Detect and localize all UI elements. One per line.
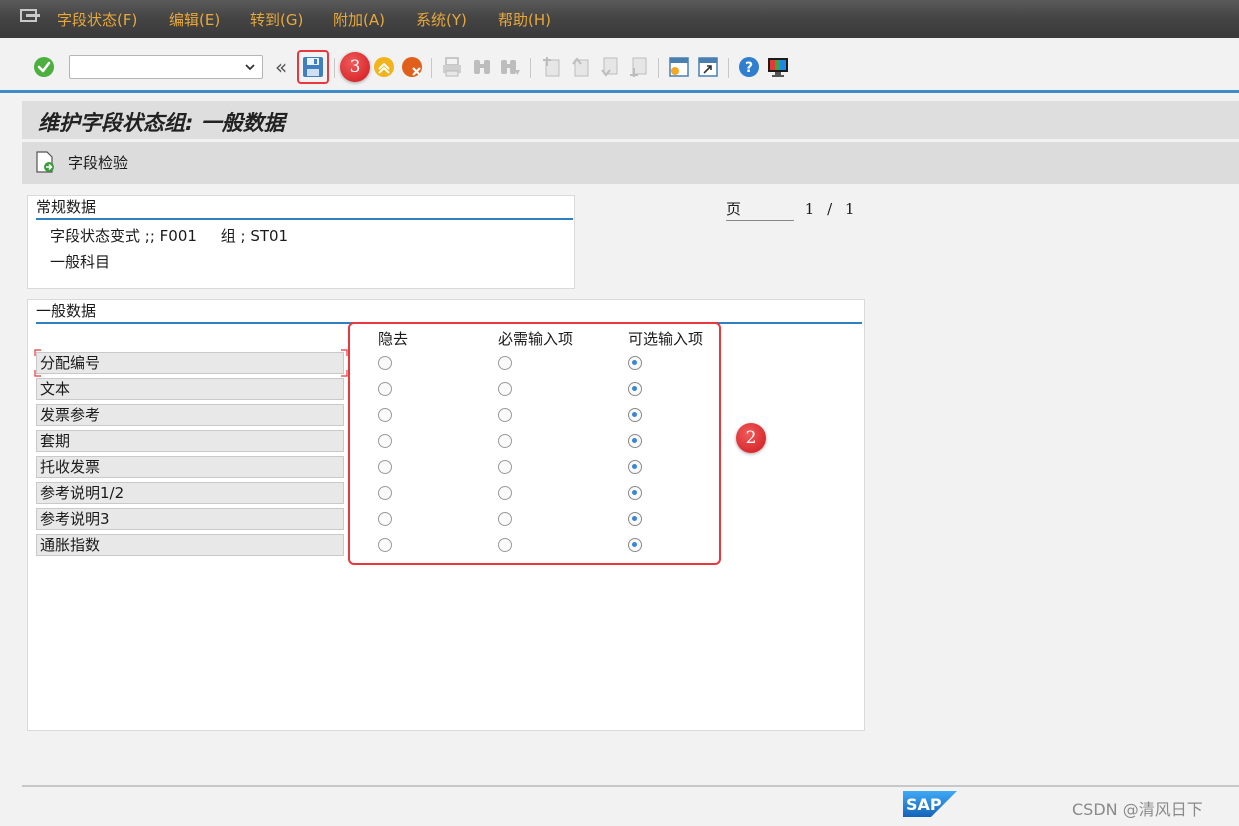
first-page-icon — [543, 57, 560, 77]
next-page-icon — [601, 57, 618, 77]
chevron-down-icon[interactable] — [244, 61, 256, 73]
save-icon[interactable] — [302, 56, 324, 78]
general-data-heading: 常规数据 — [36, 196, 573, 220]
annotation-badge-3: 3 — [340, 52, 370, 82]
menu-extras[interactable]: 附加(A) — [333, 9, 385, 30]
field-check-icon — [36, 151, 54, 173]
menu-field-status[interactable]: 字段状态(F) — [57, 9, 137, 30]
cancel-icon[interactable] — [401, 56, 423, 78]
field-label-assignment: 分配编号 — [36, 352, 344, 374]
page-label: 页 — [726, 198, 794, 221]
create-shortcut-icon[interactable] — [697, 56, 719, 78]
print-icon — [443, 57, 461, 77]
group-text: 一般科目 — [50, 253, 111, 271]
previous-page-icon — [572, 57, 589, 77]
page-separator: / — [827, 200, 833, 218]
find-next-icon — [501, 60, 520, 75]
field-label-inflation-index: 通胀指数 — [36, 534, 344, 556]
create-session-icon[interactable] — [668, 56, 690, 78]
back-icon[interactable] — [373, 56, 395, 78]
fields-heading: 一般数据 — [36, 300, 862, 324]
annotation-badge-2: 2 — [736, 423, 766, 453]
title-bar: 维护字段状态组: 一般数据 — [22, 101, 1239, 139]
field-check-label: 字段检验 — [68, 153, 129, 172]
menu-system[interactable]: 系统(Y) — [416, 9, 467, 30]
collapse-command-icon[interactable]: « — [275, 55, 287, 79]
menu-bar: 字段状态(F) 编辑(E) 转到(G) 附加(A) 系统(Y) 帮助(H) — [0, 0, 1239, 38]
application-toolbar: 字段检验 — [22, 142, 1239, 184]
field-label-ref-note-3: 参考说明3 — [36, 508, 344, 530]
general-data-group: 常规数据 字段状态变式 ;; F001 组 ; ST01 一般科目 — [27, 195, 575, 289]
sap-logo: SAP — [903, 791, 957, 817]
svg-text:?: ? — [745, 60, 753, 76]
page-title: 维护字段状态组: 一般数据 — [38, 111, 285, 135]
page-total: 1 — [844, 200, 855, 218]
watermark: CSDN @清风日下 — [1072, 800, 1203, 819]
field-label-text: 文本 — [36, 378, 344, 400]
menu-edit[interactable]: 编辑(E) — [169, 9, 220, 30]
last-page-icon — [630, 57, 647, 77]
help-icon[interactable]: ? — [738, 56, 760, 78]
field-label-invoice-ref: 发票参考 — [36, 404, 344, 426]
field-label-ref-note-12: 参考说明1/2 — [36, 482, 344, 504]
standard-toolbar: « 3 ? — [0, 38, 1239, 93]
field-status-variant-line: 字段状态变式 ;; F001 组 ; ST01 — [50, 227, 289, 245]
command-field[interactable] — [69, 55, 263, 79]
menu-window-icon[interactable] — [20, 8, 42, 24]
radio-columns-highlight — [348, 322, 721, 565]
find-icon — [474, 60, 490, 74]
menu-goto[interactable]: 转到(G) — [250, 9, 303, 30]
page-indicator: 页 1 / 1 — [726, 198, 855, 221]
menu-help[interactable]: 帮助(H) — [498, 9, 551, 30]
field-label-hedge: 套期 — [36, 430, 344, 452]
page-current: 1 — [804, 200, 815, 218]
field-label-collection-invoice: 托收发票 — [36, 456, 344, 478]
status-bar-divider — [22, 785, 1239, 787]
sap-logo-text: SAP — [906, 795, 942, 814]
enter-check-icon[interactable] — [33, 56, 55, 78]
customize-layout-icon[interactable] — [767, 56, 789, 78]
field-check-button[interactable]: 字段检验 — [34, 151, 128, 173]
